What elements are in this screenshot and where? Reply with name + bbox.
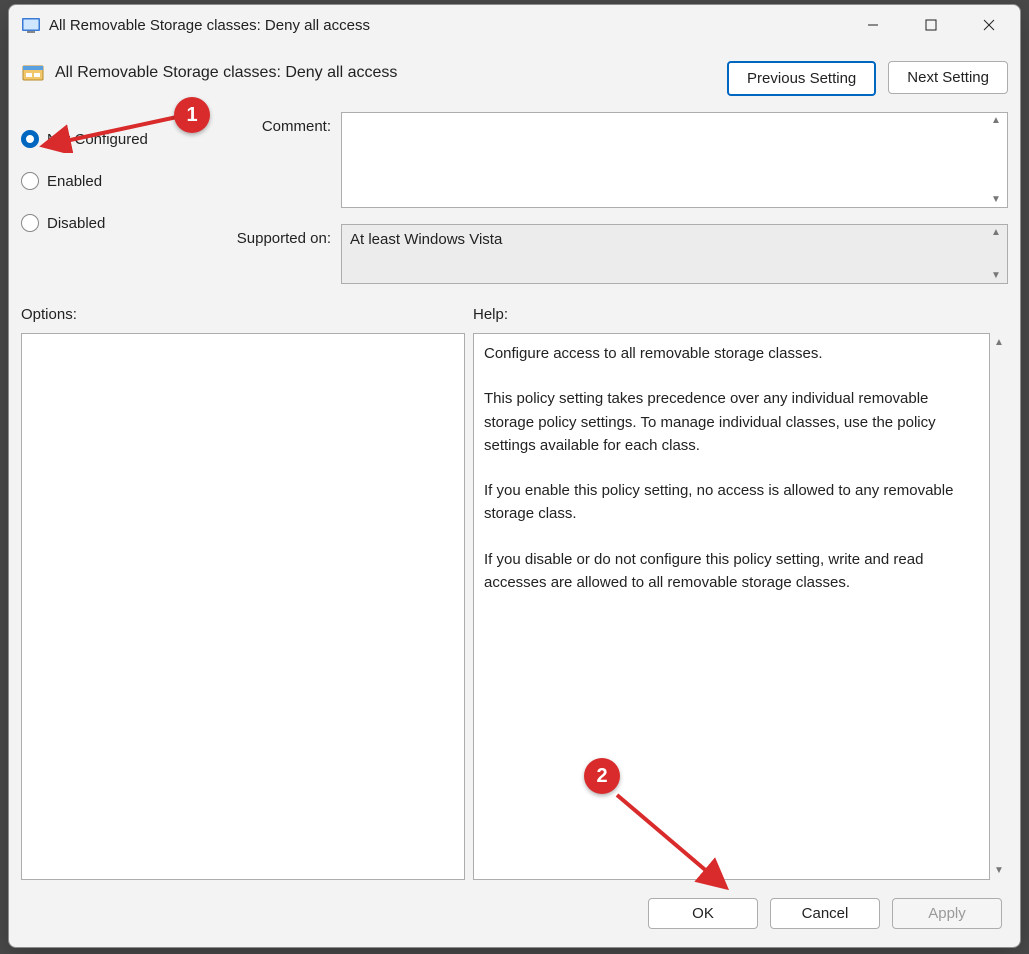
help-label: Help:: [473, 306, 508, 323]
annotation-badge-2: 2: [584, 758, 620, 794]
help-wrap: Configure access to all removable storag…: [473, 333, 1008, 880]
help-paragraph: This policy setting takes precedence ove…: [484, 387, 979, 457]
policy-dialog-window: All Removable Storage classes: Deny all …: [8, 4, 1021, 948]
titlebar: All Removable Storage classes: Deny all …: [9, 5, 1020, 45]
panes-row: Configure access to all removable storag…: [17, 333, 1012, 880]
policy-title: All Removable Storage classes: Deny all …: [55, 64, 397, 82]
supported-on-label: Supported on:: [211, 224, 331, 284]
radio-indicator-icon: [21, 172, 39, 190]
scroll-down-icon[interactable]: ▼: [987, 270, 1005, 281]
close-button[interactable]: [960, 5, 1018, 45]
radio-label: Not Configured: [47, 131, 148, 148]
radio-label: Disabled: [47, 215, 105, 232]
radio-enabled[interactable]: Enabled: [21, 160, 211, 202]
comment-input[interactable]: ▲ ▼: [341, 112, 1008, 208]
fields-column: Comment: ▲ ▼ Supported on: At least Wind…: [211, 112, 1008, 284]
radio-indicator-icon: [21, 130, 39, 148]
window-title: All Removable Storage classes: Deny all …: [49, 17, 844, 34]
cancel-button[interactable]: Cancel: [770, 898, 880, 929]
content-area: All Removable Storage classes: Deny all …: [9, 45, 1020, 947]
scroll-up-icon[interactable]: ▲: [994, 337, 1004, 348]
annotation-badge-1: 1: [174, 97, 210, 133]
maximize-button[interactable]: [902, 5, 960, 45]
radio-and-fields: Not Configured Enabled Disabled Comment:: [17, 108, 1012, 288]
radio-disabled[interactable]: Disabled: [21, 202, 211, 244]
scroll-down-icon[interactable]: ▼: [987, 194, 1005, 205]
textarea-scrollbar[interactable]: ▲ ▼: [987, 115, 1005, 205]
supported-scrollbar[interactable]: ▲ ▼: [987, 227, 1005, 281]
scroll-down-icon[interactable]: ▼: [994, 865, 1004, 876]
scroll-up-icon[interactable]: ▲: [987, 115, 1005, 126]
next-setting-button[interactable]: Next Setting: [888, 61, 1008, 94]
previous-setting-button[interactable]: Previous Setting: [727, 61, 876, 96]
ok-button[interactable]: OK: [648, 898, 758, 929]
radio-label: Enabled: [47, 173, 102, 190]
supported-on-value: At least Windows Vista: [350, 231, 502, 248]
comment-label: Comment:: [211, 112, 331, 208]
help-paragraph: If you disable or do not configure this …: [484, 548, 979, 595]
help-scrollbar[interactable]: ▲ ▼: [990, 333, 1008, 880]
help-pane: Configure access to all removable storag…: [473, 333, 990, 880]
radio-group: Not Configured Enabled Disabled: [21, 112, 211, 244]
app-icon: [21, 15, 41, 35]
options-pane: [21, 333, 465, 880]
help-paragraph: Configure access to all removable storag…: [484, 342, 979, 365]
window-controls: [844, 5, 1018, 45]
supported-on-box: At least Windows Vista ▲ ▼: [341, 224, 1008, 284]
section-labels: Options: Help:: [17, 288, 1012, 333]
options-label: Options:: [21, 306, 473, 323]
footer-buttons: OK Cancel Apply: [17, 880, 1012, 939]
policy-header: All Removable Storage classes: Deny all …: [17, 57, 1012, 108]
scroll-up-icon[interactable]: ▲: [987, 227, 1005, 238]
policy-icon: [21, 61, 45, 85]
minimize-button[interactable]: [844, 5, 902, 45]
apply-button: Apply: [892, 898, 1002, 929]
help-paragraph: If you enable this policy setting, no ac…: [484, 479, 979, 526]
radio-indicator-icon: [21, 214, 39, 232]
